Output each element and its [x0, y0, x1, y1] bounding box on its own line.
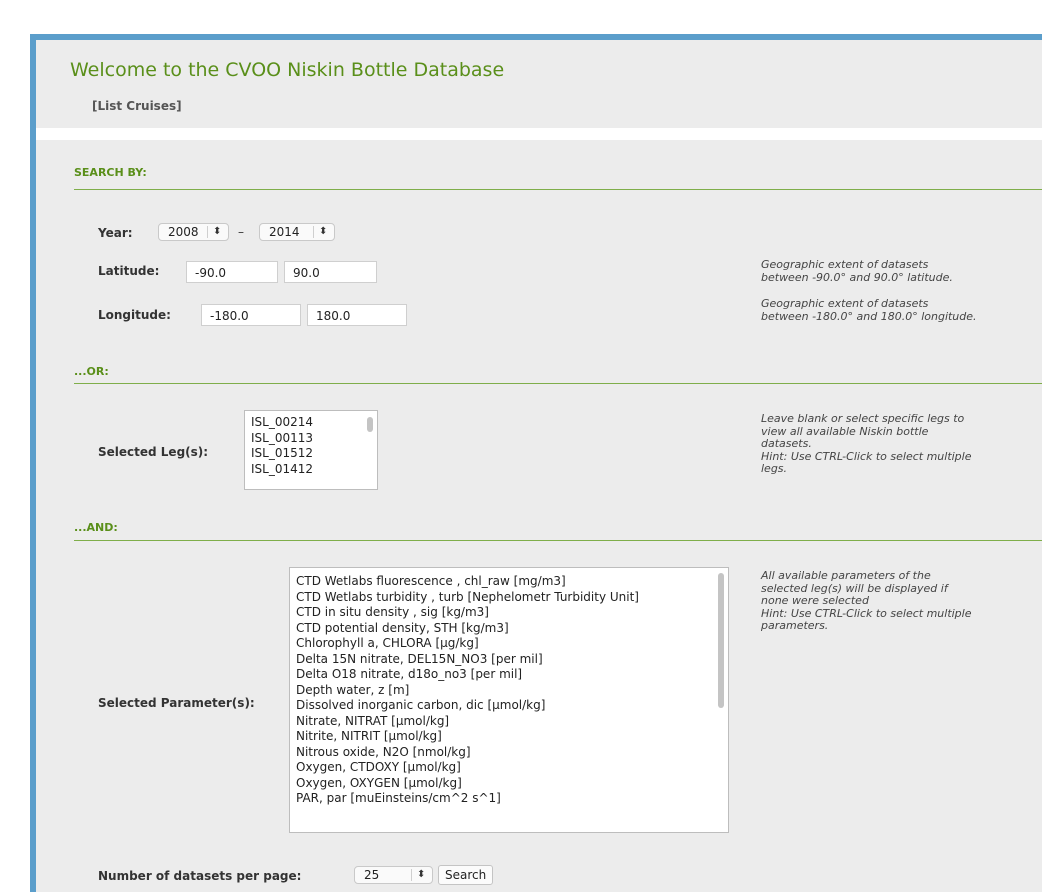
main-panel: Welcome to the CVOO Niskin Bottle Databa… — [30, 34, 1042, 892]
select-separator — [411, 869, 412, 881]
stepper-arrows-icon: ⬍ — [417, 869, 426, 880]
and-heading: ...AND: — [74, 521, 118, 534]
leg-option[interactable]: ISL_00113 — [245, 431, 377, 447]
parameter-option[interactable]: CTD Wetlabs fluorescence , chl_raw [mg/m… — [290, 574, 728, 590]
year-to-select[interactable]: 2014 ⬍ — [259, 223, 335, 241]
parameter-option[interactable]: Oxygen, OXYGEN [µmol/kg] — [290, 776, 728, 792]
parameter-option[interactable]: Chlorophyll a, CHLORA [µg/kg] — [290, 636, 728, 652]
or-heading: ...OR: — [74, 365, 109, 378]
parameters-hint-line: All available parameters of the — [761, 569, 931, 582]
parameter-option[interactable]: Oxygen, CTDOXY [µmol/kg] — [290, 760, 728, 776]
latitude-label: Latitude: — [98, 264, 160, 278]
year-label: Year: — [98, 226, 133, 240]
section-divider — [74, 383, 1042, 384]
parameter-option[interactable]: CTD Wetlabs turbidity , turb [Nephelomet… — [290, 590, 728, 606]
legs-hint-line: Hint: Use CTRL-Click to select multiple — [761, 449, 972, 463]
legs-hint-line: Leave blank or select specific legs to — [761, 412, 965, 425]
year-range-dash: – — [238, 225, 244, 239]
parameter-option[interactable]: Nitrous oxide, N2O [nmol/kg] — [290, 745, 728, 761]
legs-scrollbar[interactable] — [367, 417, 373, 432]
leg-option[interactable]: ISL_01412 — [245, 462, 377, 478]
parameter-option[interactable]: Dissolved inorganic carbon, dic [µmol/kg… — [290, 698, 728, 714]
legs-hint-line: datasets. — [761, 437, 812, 450]
parameter-option[interactable]: Delta O18 nitrate, d18o_no3 [per mil] — [290, 667, 728, 683]
legs-listbox[interactable]: ISL_00214 ISL_00113 ISL_01512 ISL_01412 — [244, 410, 378, 490]
per-page-value: 25 — [364, 868, 380, 882]
legs-hint: Leave blank or select specific legs to v… — [761, 412, 972, 476]
legs-label: Selected Leg(s): — [98, 445, 209, 459]
search-by-heading: SEARCH BY: — [74, 166, 147, 179]
parameters-label: Selected Parameter(s): — [98, 696, 255, 710]
longitude-label: Longitude: — [98, 308, 171, 322]
page-title: Welcome to the CVOO Niskin Bottle Databa… — [70, 59, 505, 81]
parameters-scrollbar[interactable] — [718, 573, 724, 708]
parameters-listbox[interactable]: CTD Wetlabs fluorescence , chl_raw [mg/m… — [289, 567, 729, 833]
parameters-hint-line: parameters. — [761, 619, 829, 632]
latitude-max-input[interactable] — [284, 261, 377, 283]
select-separator — [207, 226, 208, 238]
leg-option[interactable]: ISL_00214 — [245, 415, 377, 431]
parameter-option[interactable]: Nitrite, NITRIT [µmol/kg] — [290, 729, 728, 745]
year-to-value: 2014 — [269, 225, 300, 239]
legs-hint-line: legs. — [761, 462, 788, 475]
parameter-option[interactable]: Delta 15N nitrate, DEL15N_NO3 [per mil] — [290, 652, 728, 668]
section-divider — [74, 540, 1042, 541]
latitude-min-input[interactable] — [186, 261, 278, 283]
longitude-hint-line: Geographic extent of datasets — [761, 297, 929, 310]
longitude-min-input[interactable] — [201, 304, 301, 326]
parameter-option[interactable]: CTD in situ density , sig [kg/m3] — [290, 605, 728, 621]
parameter-option[interactable]: Depth water, z [m] — [290, 683, 728, 699]
search-button[interactable]: Search — [438, 865, 494, 885]
list-cruises-link[interactable]: [List Cruises] — [92, 99, 182, 113]
longitude-hint-line: between -180.0° and 180.0° longitude. — [761, 309, 977, 323]
parameters-hint: All available parameters of the selected… — [761, 569, 972, 633]
header-divider — [36, 128, 1042, 140]
latitude-hint-line: between -90.0° and 90.0° latitude. — [761, 270, 953, 284]
parameter-option[interactable]: Nitrate, NITRAT [µmol/kg] — [290, 714, 728, 730]
stepper-arrows-icon: ⬍ — [213, 226, 222, 237]
parameters-hint-line: none were selected — [761, 594, 869, 607]
per-page-label: Number of datasets per page: — [98, 869, 302, 883]
stepper-arrows-icon: ⬍ — [319, 226, 328, 237]
year-from-value: 2008 — [168, 225, 199, 239]
header: Welcome to the CVOO Niskin Bottle Databa… — [36, 40, 1042, 128]
parameter-option[interactable]: CTD potential density, STH [kg/m3] — [290, 621, 728, 637]
year-from-select[interactable]: 2008 ⬍ — [158, 223, 229, 241]
section-divider — [74, 189, 1042, 190]
parameter-option[interactable]: PAR, par [muEinsteins/cm^2 s^1] — [290, 791, 728, 807]
leg-option[interactable]: ISL_01512 — [245, 446, 377, 462]
longitude-max-input[interactable] — [307, 304, 407, 326]
longitude-hint: Geographic extent of datasets between -1… — [761, 297, 977, 323]
latitude-hint-line: Geographic extent of datasets — [761, 258, 929, 271]
select-separator — [313, 226, 314, 238]
per-page-select[interactable]: 25 ⬍ — [354, 866, 433, 884]
latitude-hint: Geographic extent of datasets between -9… — [761, 258, 953, 284]
